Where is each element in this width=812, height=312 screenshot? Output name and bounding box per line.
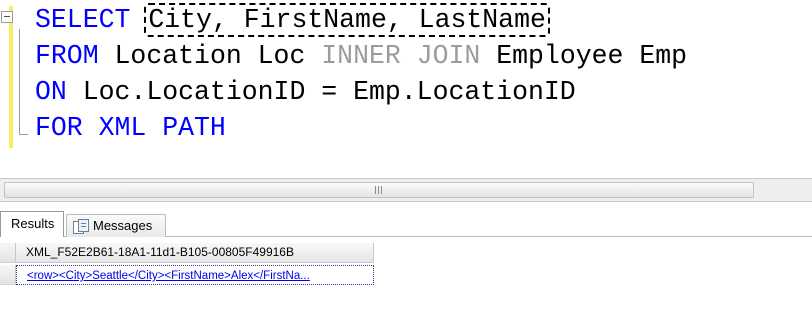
tab-messages[interactable]: Messages <box>66 214 166 237</box>
join-table: Employee Emp <box>496 41 688 71</box>
tab-results-label: Results <box>11 216 55 231</box>
scrollbar-thumb[interactable] <box>4 182 754 198</box>
code-line-3: ON Loc.LocationID = Emp.LocationID <box>35 74 576 110</box>
code-line-1: SELECT City, FirstName, LastName <box>35 2 550 38</box>
keyword-inner-join: INNER JOIN <box>321 41 481 71</box>
code-line-2: FROM Location Loc INNER JOIN Employee Em… <box>35 38 687 74</box>
table-cell-xml[interactable]: <row><City>Seattle</City><FirstName>Alex… <box>16 265 374 285</box>
tab-results[interactable]: Results <box>0 211 64 237</box>
tab-messages-label: Messages <box>93 218 153 233</box>
keyword-for-xml-path: FOR XML PATH <box>35 113 226 143</box>
code-line-4: FOR XML PATH <box>35 110 226 146</box>
xml-result-link[interactable]: <row><City>Seattle</City><FirstName>Alex… <box>27 270 310 282</box>
scrollbar-grip-icon <box>375 186 387 194</box>
selected-columns: City, FirstName, LastName <box>144 3 550 37</box>
row-selector[interactable] <box>0 265 16 285</box>
messages-icon <box>73 218 89 234</box>
collapse-icon[interactable] <box>1 11 13 23</box>
keyword-select: SELECT <box>35 5 131 35</box>
editor-horizontal-scrollbar[interactable] <box>0 178 812 202</box>
from-table: Location Loc <box>114 41 306 71</box>
query-editor[interactable]: SELECT City, FirstName, LastName FROM Lo… <box>0 0 812 178</box>
grid-corner-header[interactable] <box>0 243 16 263</box>
changed-lines-marker <box>9 6 13 148</box>
outline-guide-end <box>19 134 28 135</box>
keyword-from: FROM <box>35 41 99 71</box>
outline-guide <box>19 29 20 134</box>
join-condition: Loc.LocationID = Emp.LocationID <box>82 77 576 107</box>
keyword-on: ON <box>35 77 67 107</box>
column-header[interactable]: XML_F52E2B61-18A1-11d1-B105-00805F49916B <box>16 243 374 263</box>
